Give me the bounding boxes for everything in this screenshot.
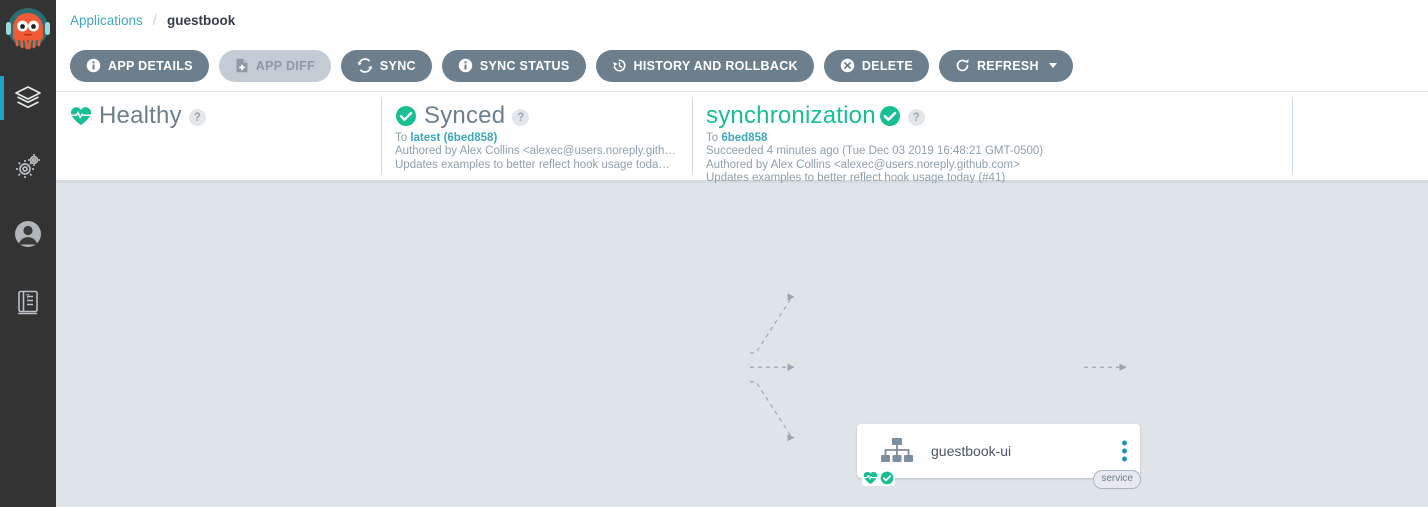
sync-status-title: Synced xyxy=(424,102,506,129)
status-strip: Healthy ? Synced ? To latest (6bed858) A… xyxy=(56,92,1428,184)
operation-status-title: synchronization xyxy=(706,102,876,129)
service-node-status-icons xyxy=(862,470,895,486)
info-icon xyxy=(86,58,101,73)
sync-icon xyxy=(357,58,373,73)
sidebar-item-documentation[interactable]: ? xyxy=(0,268,56,336)
gears-icon xyxy=(16,154,40,178)
service-node-badges: service xyxy=(1093,470,1141,489)
book-icon: ? xyxy=(18,290,38,315)
sidebar: ? xyxy=(0,0,56,507)
graph-edges xyxy=(750,293,1127,442)
resource-tree-graph: guestbook application xyxy=(56,183,1428,507)
sync-revision-link[interactable]: latest (6bed858) xyxy=(410,132,497,144)
argo-octopus-logo-svg xyxy=(6,8,50,50)
app-diff-label: APP DIFF xyxy=(255,58,315,73)
badge-kind: service xyxy=(1093,470,1141,489)
heart-pulse-icon xyxy=(863,471,878,485)
app-details-label: APP DETAILS xyxy=(108,58,193,73)
health-status-panel: Healthy ? xyxy=(56,92,381,180)
operation-revision-link[interactable]: 6bed858 xyxy=(721,132,767,144)
info-icon xyxy=(458,58,473,73)
sync-status-panel: Synced ? To latest (6bed858) Authored by… xyxy=(381,92,692,180)
app-diff-button[interactable]: APP DIFF xyxy=(218,49,331,82)
check-circle-icon xyxy=(879,106,900,126)
operation-revision-line: To 6bed858 xyxy=(706,132,1278,145)
app-details-button[interactable]: APP DETAILS xyxy=(70,49,209,82)
operation-status-panel: synchronization ? To 6bed858 Succeeded 4… xyxy=(692,92,1292,184)
sidebar-item-user-info[interactable] xyxy=(0,200,56,268)
health-status-title: Healthy xyxy=(99,102,182,129)
delete-icon xyxy=(840,58,855,73)
sync-revision-prefix: To xyxy=(395,132,411,144)
status-panel-empty xyxy=(1292,92,1428,180)
operation-revision-prefix: To xyxy=(706,132,722,144)
sync-help-icon[interactable]: ? xyxy=(512,109,530,126)
sidebar-item-applications[interactable] xyxy=(0,64,56,132)
breadcrumb: Applications / guestbook xyxy=(56,0,1428,40)
file-diff-icon xyxy=(236,58,248,73)
check-circle-icon xyxy=(396,106,416,126)
service-node-icon xyxy=(877,436,917,466)
delete-label: DELETE xyxy=(861,58,913,73)
layers-icon xyxy=(15,86,41,109)
sync-revision-line: To latest (6bed858) xyxy=(395,132,678,145)
sync-label: SYNC xyxy=(379,58,416,73)
sitemap-icon xyxy=(881,438,913,462)
sync-status-button[interactable]: SYNC STATUS xyxy=(441,49,586,82)
operation-result-line: Succeeded 4 minutes ago (Tue Dec 03 2019… xyxy=(706,145,1044,158)
chevron-down-icon xyxy=(1048,63,1057,68)
breadcrumb-separator: / xyxy=(152,11,157,29)
svg-text:?: ? xyxy=(26,294,30,301)
refresh-icon xyxy=(956,59,969,72)
sync-status-label: SYNC STATUS xyxy=(479,58,570,73)
argocd-application-view: ? Applications / guestbook APP DETAILS A… xyxy=(0,0,1428,507)
argo-octopus-logo[interactable] xyxy=(0,0,56,64)
delete-button[interactable]: DELETE xyxy=(823,49,929,82)
sidebar-item-settings[interactable] xyxy=(0,132,56,200)
operation-help-icon[interactable]: ? xyxy=(907,109,925,126)
action-toolbar: APP DETAILS APP DIFF SYNC SYNC STATUS HI… xyxy=(56,40,1428,92)
refresh-button[interactable]: REFRESH xyxy=(938,49,1073,82)
main-area: Applications / guestbook APP DETAILS APP… xyxy=(56,0,1428,507)
service-node-menu-button[interactable] xyxy=(1122,440,1127,462)
breadcrumb-current: guestbook xyxy=(166,12,236,28)
refresh-label: REFRESH xyxy=(976,58,1039,73)
sync-button[interactable]: SYNC xyxy=(340,49,432,82)
heart-pulse-icon xyxy=(70,107,92,125)
graph-node-service[interactable]: guestbook-ui service xyxy=(857,424,1141,489)
service-node-label: guestbook-ui xyxy=(931,443,1012,459)
history-and-rollback-label: HISTORY AND ROLLBACK xyxy=(633,58,798,73)
check-circle-icon xyxy=(880,471,894,485)
sync-message-line: Updates examples to better reflect hook … xyxy=(395,158,670,171)
history-icon xyxy=(612,59,625,72)
history-and-rollback-button[interactable]: HISTORY AND ROLLBACK xyxy=(595,49,814,82)
breadcrumb-applications[interactable]: Applications xyxy=(70,13,143,28)
health-help-icon[interactable]: ? xyxy=(188,109,206,126)
user-avatar-icon xyxy=(15,221,41,247)
sync-author-line: Authored by Alex Collins <alexec@users.n… xyxy=(395,145,676,158)
operation-author-line: Authored by Alex Collins <alexec@users.n… xyxy=(706,158,1020,171)
